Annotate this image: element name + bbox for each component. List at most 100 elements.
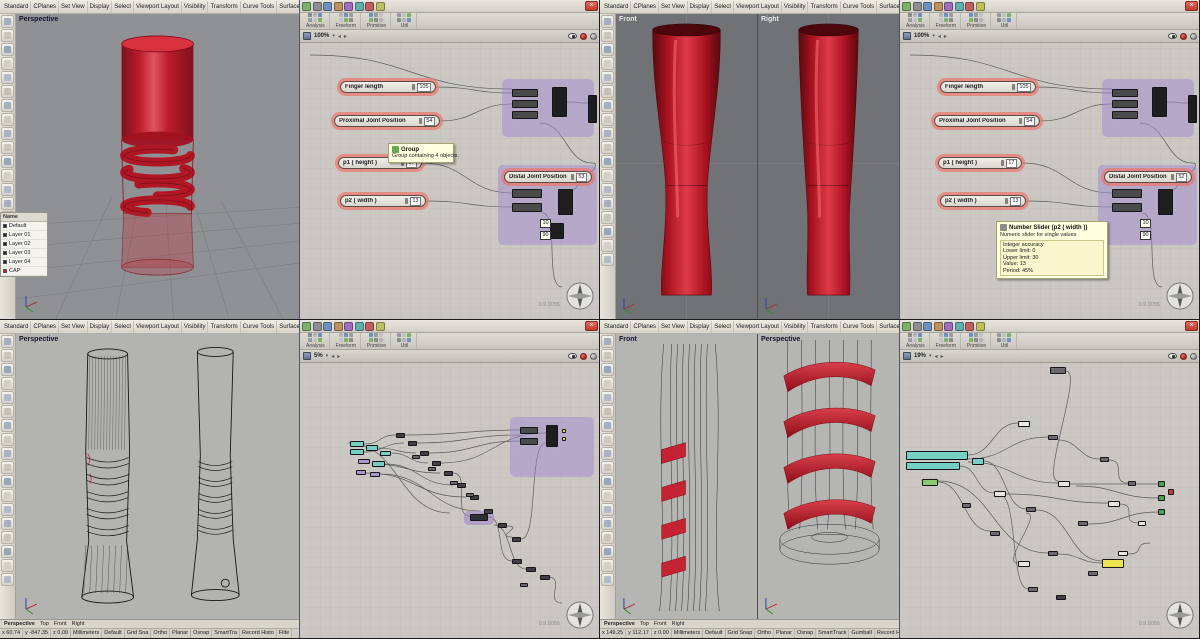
gh-component-icon[interactable] [318, 18, 322, 22]
status-pane-toggle[interactable]: Record History [875, 629, 899, 638]
gh-ribbon-icons[interactable] [397, 13, 412, 22]
rhino-toolbar-button[interactable] [1, 29, 14, 42]
gh-component-icon[interactable] [1007, 13, 1011, 17]
rhino-menu-item[interactable]: Select [112, 1, 134, 13]
rhino-menu-item[interactable]: Viewport Layout [734, 321, 782, 333]
gh-ribbon-icons[interactable] [997, 333, 1012, 342]
status-pane-toggle[interactable]: SmartTrack [816, 629, 849, 638]
gh-component-icon[interactable] [339, 338, 343, 342]
gh-component-icon[interactable] [949, 338, 953, 342]
gh-component-icon[interactable] [407, 18, 411, 22]
gh-component-icon[interactable] [1007, 338, 1011, 342]
status-pane-toggle[interactable]: Osnap [795, 629, 816, 638]
rhino-toolbar-button[interactable] [1, 349, 14, 362]
gh-component-icon[interactable] [918, 338, 922, 342]
viewport-tab-perspective[interactable]: Perspective [4, 621, 35, 627]
gh-component[interactable] [408, 441, 417, 446]
gh-tab-icon[interactable] [355, 2, 364, 11]
rhino-menu-item[interactable]: Visibility [782, 1, 809, 13]
gh-component-icon[interactable] [313, 13, 317, 17]
rhino-toolbar-button[interactable] [1, 405, 14, 418]
gh-tab-icon[interactable] [376, 322, 385, 331]
gh-component-icon[interactable] [379, 18, 383, 22]
close-icon[interactable] [1185, 1, 1198, 11]
rhino-toolbar-button[interactable] [601, 225, 614, 238]
gh-ribbon-icons[interactable] [939, 13, 954, 22]
save-icon[interactable] [903, 32, 911, 40]
rhino-toolbar-button[interactable] [1, 391, 14, 404]
rhino-menu-item[interactable]: Display [688, 1, 713, 13]
gh-component-icon[interactable] [397, 18, 401, 22]
viewport-perspective[interactable]: Perspective [16, 334, 299, 619]
status-pane-toggle[interactable]: Planar [774, 629, 795, 638]
gh-component[interactable] [1112, 189, 1142, 198]
rhino-menu-item[interactable]: Standard [602, 1, 631, 13]
rhino-menu-item[interactable]: Transform [808, 1, 840, 13]
preview-eye-icon[interactable] [568, 353, 577, 359]
rhino-menu-item[interactable]: Standard [602, 321, 631, 333]
rhino-menu-item[interactable]: Standard [2, 321, 31, 333]
gh-component[interactable] [1058, 481, 1070, 487]
gh-component-icon[interactable] [397, 338, 401, 342]
gh-component[interactable] [1138, 521, 1146, 526]
rhino-toolbar-button[interactable] [601, 559, 614, 572]
gh-component-icon[interactable] [407, 333, 411, 337]
gh-tab-icon[interactable] [902, 322, 911, 331]
rhino-toolbar-button[interactable] [601, 363, 614, 376]
gh-value-chip[interactable]: 90 [540, 231, 551, 240]
rhino-toolbar-button[interactable] [601, 503, 614, 516]
viewport-front[interactable]: Front [616, 334, 758, 619]
rhino-toolbar-button[interactable] [601, 405, 614, 418]
gh-component-icon[interactable] [979, 333, 983, 337]
gh-component[interactable] [552, 87, 567, 117]
gh-tab-icon[interactable] [955, 322, 964, 331]
gh-component-icon[interactable] [1007, 18, 1011, 22]
rhino-toolbar-button[interactable] [601, 197, 614, 210]
rhino-menu-item[interactable]: Transform [208, 321, 240, 333]
rhino-toolbar-button[interactable] [1, 531, 14, 544]
gh-component[interactable] [420, 451, 429, 456]
rhino-menu-item[interactable]: Curve Tools [841, 1, 878, 13]
gh-component[interactable] [1028, 587, 1038, 592]
gh-component-icon[interactable] [913, 338, 917, 342]
rhino-menu-item[interactable]: CPlanes [31, 321, 59, 333]
rhino-toolbar-button[interactable] [601, 433, 614, 446]
rhino-toolbar-button[interactable] [601, 447, 614, 460]
slider-grip[interactable] [1012, 84, 1015, 90]
gh-component-icon[interactable] [979, 13, 983, 17]
rhino-menu-item[interactable]: Display [88, 321, 113, 333]
render-gray-sphere-icon[interactable] [590, 353, 597, 360]
gh-ribbon-icons[interactable] [339, 333, 354, 342]
gh-component[interactable] [380, 451, 391, 456]
gh-component-icon[interactable] [407, 338, 411, 342]
gh-component[interactable] [1188, 95, 1197, 123]
rhino-menu-item[interactable]: Display [688, 321, 713, 333]
gh-component-icon[interactable] [969, 18, 973, 22]
rhino-toolbar-button[interactable] [601, 545, 614, 558]
layer-row[interactable]: Layer 04 [1, 258, 47, 267]
gh-component-icon[interactable] [918, 333, 922, 337]
viewport-tab-front[interactable]: Front [54, 621, 67, 627]
slider-grip[interactable] [571, 174, 574, 180]
rhino-toolbar-button[interactable] [601, 141, 614, 154]
gh-component-icon[interactable] [944, 18, 948, 22]
gh-number-slider[interactable]: Proximal Joint Position54 [334, 115, 440, 127]
slider-grip[interactable] [1005, 198, 1008, 204]
gh-component[interactable] [526, 567, 536, 572]
gh-component[interactable] [906, 462, 960, 470]
gh-tab-icon[interactable] [302, 2, 311, 11]
zoom-level[interactable]: 19% [914, 353, 926, 359]
rhino-menu-item[interactable]: Curve Tools [841, 321, 878, 333]
gh-component-icon[interactable] [939, 333, 943, 337]
gh-component[interactable] [1158, 189, 1173, 215]
status-current-layer[interactable]: Default [703, 629, 725, 638]
gh-component[interactable] [1018, 561, 1030, 567]
rhino-toolbar-button[interactable] [1, 197, 14, 210]
gh-component[interactable] [1112, 89, 1138, 97]
gh-component[interactable] [512, 203, 542, 212]
gh-component[interactable] [1056, 595, 1066, 600]
gh-component[interactable] [366, 445, 378, 451]
status-pane-toggle[interactable]: Filte [277, 629, 292, 638]
gh-tab-icon[interactable] [923, 2, 932, 11]
gh-component[interactable] [906, 451, 968, 460]
